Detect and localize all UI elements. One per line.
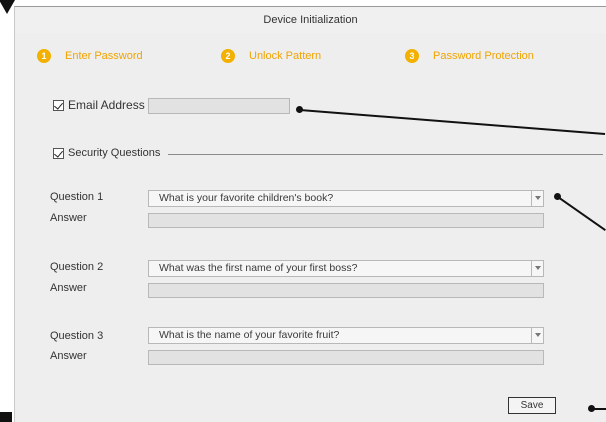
- save-button[interactable]: Save: [508, 397, 556, 414]
- section-divider: [168, 154, 603, 155]
- step-enter-password: 1 Enter Password: [37, 49, 143, 63]
- answer-1-label: Answer: [50, 212, 87, 224]
- question-2-label: Question 2: [50, 261, 104, 273]
- chevron-down-icon[interactable]: [531, 190, 543, 207]
- question-1-value: What is your favorite children's book?: [159, 192, 334, 204]
- step-unlock-pattern: 2 Unlock Pattern: [221, 49, 321, 63]
- answer-1-field[interactable]: [148, 213, 544, 228]
- answer-3-label: Answer: [50, 350, 87, 362]
- step-label: Enter Password: [65, 50, 143, 62]
- dialog-title: Device Initialization: [15, 7, 606, 33]
- step-indicator: 1 Enter Password 2 Unlock Pattern 3 Pass…: [15, 49, 606, 67]
- chevron-down-icon[interactable]: [531, 327, 543, 344]
- step-number-badge: 3: [405, 49, 419, 63]
- callout-line: [592, 408, 606, 410]
- question-2-select[interactable]: What was the first name of your first bo…: [148, 260, 544, 277]
- email-field[interactable]: [148, 98, 290, 114]
- question-1-label: Question 1: [50, 191, 104, 203]
- step-password-protection: 3 Password Protection: [405, 49, 534, 63]
- corner-marker-icon: [0, 412, 12, 422]
- answer-2-field[interactable]: [148, 283, 544, 298]
- question-3-select[interactable]: What is the name of your favorite fruit?: [148, 327, 544, 344]
- corner-marker-icon: [0, 0, 15, 14]
- question-3-label: Question 3: [50, 330, 104, 342]
- question-1-select[interactable]: What is your favorite children's book?: [148, 190, 544, 207]
- question-3-value: What is the name of your favorite fruit?: [159, 329, 340, 341]
- step-label: Unlock Pattern: [249, 50, 322, 62]
- step-label: Password Protection: [433, 50, 534, 62]
- question-2-value: What was the first name of your first bo…: [159, 262, 358, 274]
- security-questions-checkbox[interactable]: [53, 148, 64, 159]
- answer-2-label: Answer: [50, 282, 87, 294]
- device-initialization-dialog: Device Initialization 1 Enter Password 2…: [14, 6, 606, 422]
- chevron-down-icon[interactable]: [531, 260, 543, 277]
- step-number-badge: 2: [221, 49, 235, 63]
- email-checkbox[interactable]: [53, 100, 64, 111]
- security-questions-label: Security Questions: [68, 147, 161, 159]
- email-label: Email Address: [68, 98, 145, 112]
- step-number-badge: 1: [37, 49, 51, 63]
- answer-3-field[interactable]: [148, 350, 544, 365]
